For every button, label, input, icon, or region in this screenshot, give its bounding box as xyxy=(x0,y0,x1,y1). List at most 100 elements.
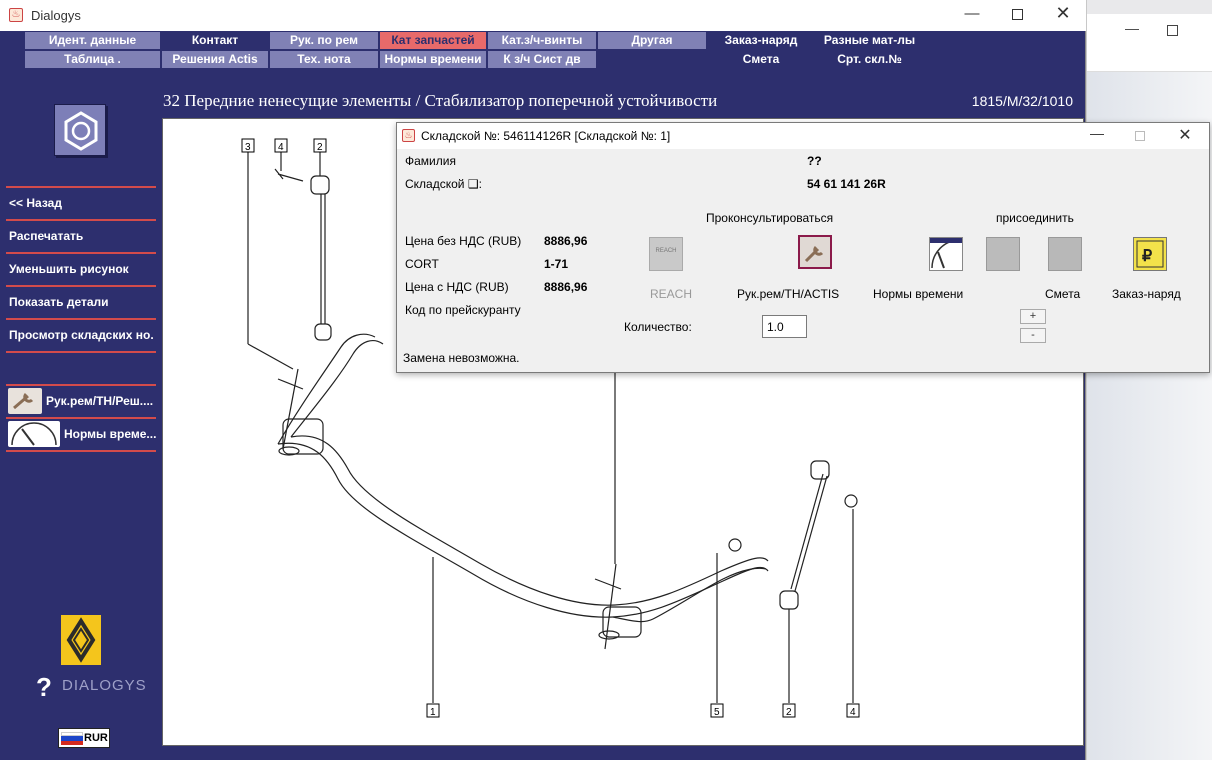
family-label: Фамилия xyxy=(405,154,456,168)
sidebar-separator xyxy=(6,219,156,221)
java-app-icon: ♨ xyxy=(9,8,23,22)
menu-contact[interactable]: Контакт xyxy=(162,32,268,49)
menu-parts-catalog[interactable]: Кат запчастей xyxy=(380,32,486,49)
top-menu: Идент. данные Контакт Рук. по рем Кат за… xyxy=(25,32,925,68)
svg-text:₽: ₽ xyxy=(1142,248,1152,265)
stock-label: Складской ❑: xyxy=(405,177,482,191)
sidebar-separator xyxy=(6,351,156,353)
quantity-input[interactable] xyxy=(762,315,807,338)
menu-sort-stock[interactable]: Срт. скл.№ xyxy=(816,51,923,68)
status-message: Замена невозможна. xyxy=(403,351,520,365)
currency-code: RUR xyxy=(84,732,108,744)
sidebar: << Назад Распечатать Уменьшить рисунок П… xyxy=(0,72,160,760)
sidebar-shortcut-label: Рук.рем/ТН/Реш.... xyxy=(46,394,154,408)
minimize-icon[interactable]: — xyxy=(1125,20,1139,36)
renault-logo-icon xyxy=(61,615,101,665)
sidebar-item-view-stock[interactable]: Просмотр складских но... xyxy=(9,328,154,342)
quantity-label: Количество: xyxy=(624,320,692,334)
cort-label: CORT xyxy=(405,257,439,271)
menu-work-order[interactable]: Заказ-наряд xyxy=(708,32,814,49)
labor-times-caption: Нормы времени xyxy=(873,287,964,301)
menu-engine-parts[interactable]: К з/ч Сист дв xyxy=(488,51,596,68)
callout-label[interactable]: 2 xyxy=(317,142,323,153)
document-code: 1815/M/32/1010 xyxy=(971,93,1073,109)
bolt-logo-icon xyxy=(54,104,106,156)
sidebar-item-zoom-out[interactable]: Уменьшить рисунок xyxy=(9,262,154,276)
stock-value: 54 61 141 26R xyxy=(807,177,886,191)
callout-label[interactable]: 4 xyxy=(278,142,284,153)
callout-label[interactable]: 1 xyxy=(430,707,436,718)
sidebar-separator xyxy=(6,318,156,320)
maximize-button[interactable] xyxy=(1002,5,1032,24)
repair-manual-button[interactable] xyxy=(798,235,832,269)
menu-actis-solutions[interactable]: Решения Actis xyxy=(162,51,268,68)
sidebar-shortcut-repair-manual[interactable]: Рук.рем/ТН/Реш.... xyxy=(6,386,156,416)
cort-value: 1-71 xyxy=(544,257,569,271)
price-no-vat-value: 8886,96 xyxy=(544,234,588,248)
price-vat-label: Цена с НДС (RUB) xyxy=(405,280,509,294)
work-order-caption: Заказ-наряд xyxy=(1112,287,1181,301)
labor-times-button[interactable] xyxy=(929,237,963,271)
wrench-icon xyxy=(8,388,42,414)
main-window: ♨ Dialogys — ✕ Идент. данные Контакт Рук… xyxy=(0,0,1210,760)
titlebar: ♨ Dialogys — ✕ xyxy=(0,0,1086,31)
background-toolbar xyxy=(1087,48,1212,72)
close-button[interactable]: ✕ xyxy=(1048,3,1078,24)
menu-parts-screws[interactable]: Кат.з/ч-винты xyxy=(488,32,596,49)
window-title: Dialogys xyxy=(31,8,81,23)
dialogys-wordmark: DIALOGYS xyxy=(62,677,147,694)
sidebar-item-print[interactable]: Распечатать xyxy=(9,229,154,243)
maximize-icon[interactable] xyxy=(1167,25,1178,36)
reach-button: REACH xyxy=(649,237,683,271)
callout-label[interactable]: 4 xyxy=(850,707,856,718)
consult-label: Проконсультироваться xyxy=(706,211,834,225)
dialogys-logo-icon: ? xyxy=(36,672,52,702)
estimate-button[interactable] xyxy=(1048,237,1082,271)
sidebar-separator xyxy=(6,285,156,287)
java-app-icon: ♨ xyxy=(402,129,415,142)
callout-label[interactable]: 3 xyxy=(245,142,251,153)
dialog-title: Складской №: 546114126R [Складской №: 1] xyxy=(421,129,671,143)
family-value: ?? xyxy=(807,154,822,168)
sidebar-item-back[interactable]: << Назад xyxy=(9,196,154,210)
background-titlebar xyxy=(1087,14,1212,48)
sidebar-item-show-details[interactable]: Показать детали xyxy=(9,295,154,309)
stock-dialog: ♨ Складской №: 546114126R [Складской №: … xyxy=(396,122,1210,373)
quantity-decrement-button[interactable]: - xyxy=(1020,328,1046,343)
estimate-caption: Смета xyxy=(1045,287,1081,301)
menu-ident-data[interactable]: Идент. данные xyxy=(25,32,160,49)
menu-misc-materials[interactable]: Разные мат-лы xyxy=(816,32,923,49)
menu-tech-note[interactable]: Тех. нота xyxy=(270,51,378,68)
price-code-label: Код по прейскуранту xyxy=(405,303,521,317)
russia-flag-icon xyxy=(61,732,83,745)
sidebar-separator xyxy=(6,252,156,254)
quantity-increment-button[interactable]: + xyxy=(1020,309,1046,324)
currency-selector[interactable]: RUR xyxy=(58,728,110,748)
background-window: — xyxy=(1086,0,1212,760)
reach-caption: REACH xyxy=(650,287,693,301)
callout-label[interactable]: 5 xyxy=(714,707,720,718)
menu-other[interactable]: Другая xyxy=(598,32,706,49)
estimate-disabled-icon xyxy=(986,237,1020,271)
menu-empty-slot xyxy=(598,51,706,68)
menu-table[interactable]: Таблица . xyxy=(25,51,160,68)
price-vat-value: 8886,96 xyxy=(544,280,588,294)
dialog-maximize-button xyxy=(1120,125,1160,144)
sidebar-shortcut-label: Нормы време... xyxy=(64,427,157,441)
work-order-button[interactable]: ₽ xyxy=(1133,237,1167,271)
sidebar-separator xyxy=(6,450,156,452)
repair-manual-caption: Рук.рем/ТН/ACTIS xyxy=(737,287,840,301)
dialog-minimize-button[interactable]: — xyxy=(1077,125,1117,141)
page-title: 32 Передние ненесущие элементы / Стабили… xyxy=(163,91,718,110)
menu-labor-times[interactable]: Нормы времени xyxy=(380,51,486,68)
menu-repair-manual[interactable]: Рук. по рем xyxy=(270,32,378,49)
attach-label: присоединить xyxy=(996,211,1074,225)
menu-estimate[interactable]: Смета xyxy=(708,51,814,68)
clock-icon xyxy=(8,421,60,447)
dialog-titlebar: ♨ Складской №: 546114126R [Складской №: … xyxy=(397,123,1209,149)
sidebar-shortcut-labor-times[interactable]: Нормы време... xyxy=(6,419,156,449)
sidebar-separator xyxy=(6,186,156,188)
minimize-button[interactable]: — xyxy=(957,5,987,22)
callout-label[interactable]: 2 xyxy=(786,707,792,718)
dialog-close-button[interactable]: ✕ xyxy=(1165,125,1205,145)
